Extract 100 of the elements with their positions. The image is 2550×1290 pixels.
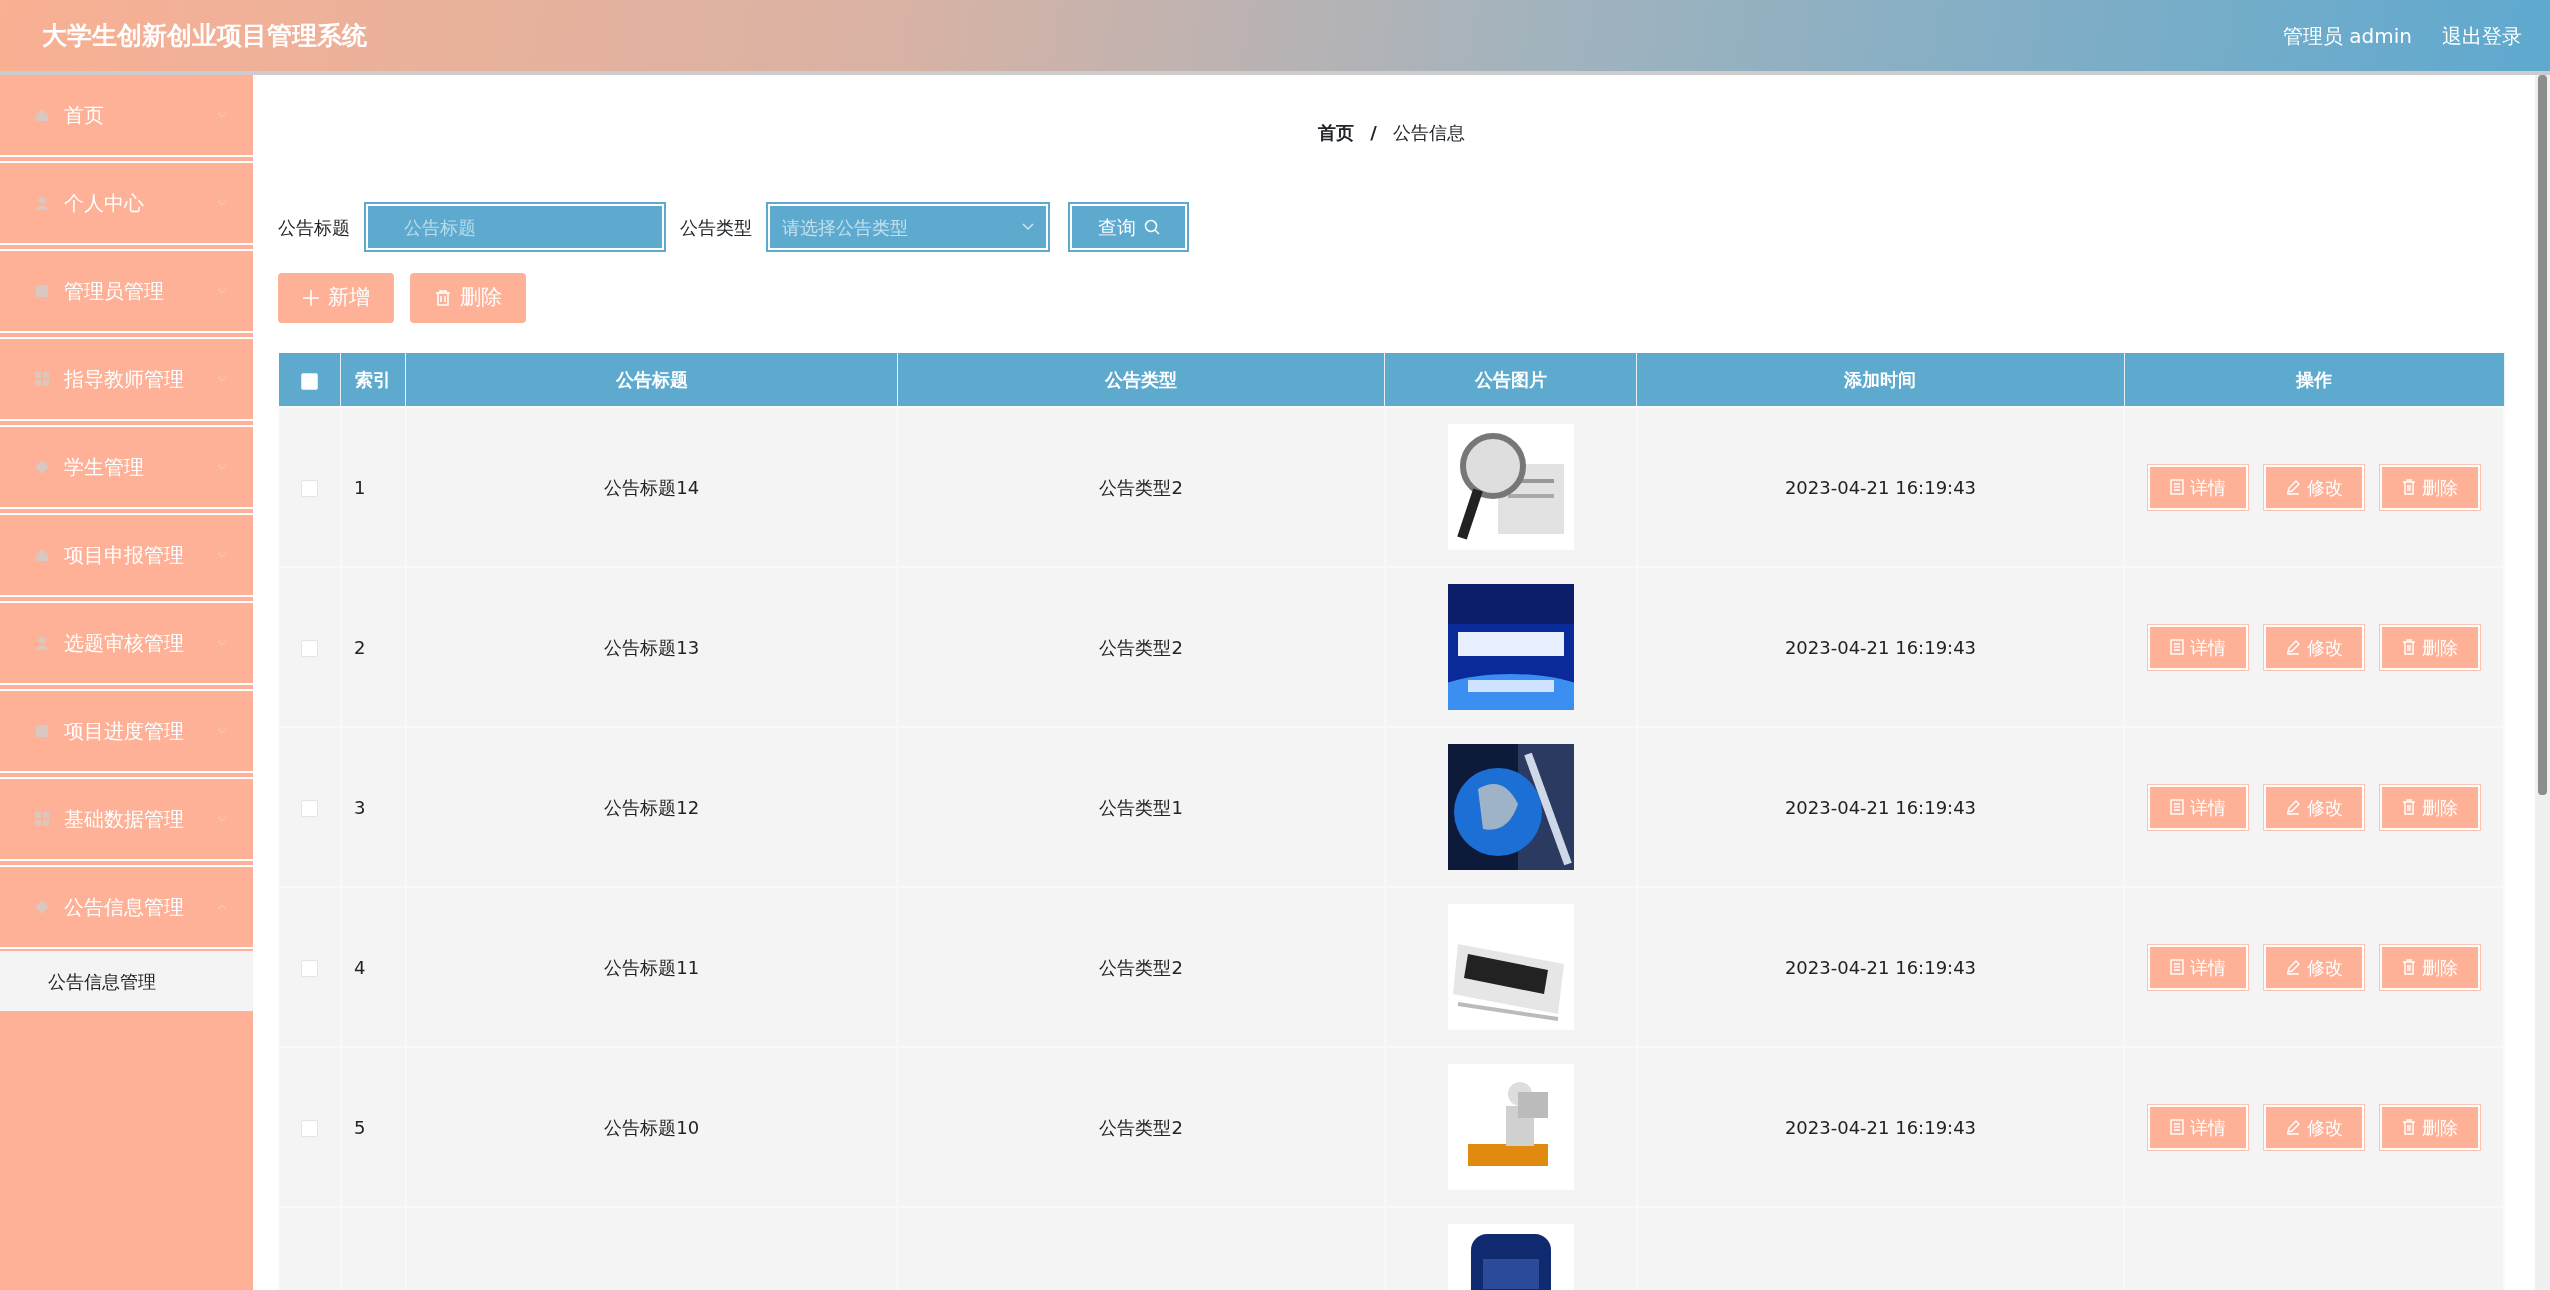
trash-icon [2402,639,2417,655]
delete-button[interactable]: 删除 [2380,464,2481,510]
trash-icon [434,289,452,307]
column-header: 索引 [340,353,406,407]
column-header: 操作 [2124,353,2504,407]
search-field[interactable]: 公告标题 [366,204,664,250]
search-icon [1143,219,1160,235]
table-cell: 公告标题12 [604,796,700,818]
menu-icon [34,635,50,651]
menu-icon [34,811,50,827]
select-all-checkbox[interactable] [301,372,319,390]
column-header: 公告图片 [1384,353,1637,407]
chevron-icon [217,550,227,560]
scroll-thumb[interactable] [2538,75,2547,795]
row-checkbox[interactable] [301,1120,319,1137]
delete-button[interactable]: 删除 [2380,944,2481,990]
trash-icon [2402,799,2417,815]
chevron-icon [217,814,227,824]
table-cell: 公告标题10 [604,1116,700,1138]
breadcrumb-link[interactable]: 首页 [1318,119,1355,197]
delete-button[interactable]: 删除 [2380,624,2481,670]
type-select[interactable]: 请选择公告类型 [768,204,1048,250]
table-cell: 2 [353,636,366,658]
table-cell: 5 [353,1116,366,1138]
pencil-icon [2285,959,2302,975]
sidebar-item[interactable]: 公告信息管理 [0,867,253,949]
table-cell: 公告类型2 [1099,956,1183,978]
table-cell: 1 [353,476,366,498]
document-icon [2170,959,2185,975]
table-cell: 2023-04-21 16:19:43 [1784,1116,1977,1138]
table-cell: 2023-04-21 16:19:43 [1784,476,1977,498]
menu-icon [34,459,50,475]
chevron-icon [217,462,227,472]
details-button[interactable]: 详情 [2148,784,2249,830]
logout-link[interactable]: 退出登录 [2442,20,2522,51]
edit-button[interactable]: 修改 [2264,784,2365,830]
chevron-icon [217,374,227,384]
chevron-icon [217,198,227,208]
user-label: 管理员 admin [2282,22,2412,50]
edit-button[interactable]: 修改 [2264,464,2365,510]
pencil-icon [2285,639,2302,655]
submenu-item[interactable]: 公告信息管理 [0,951,253,1011]
menu-icon [34,899,50,915]
chevron-icon [217,110,227,120]
column-header: 公告类型 [897,353,1385,407]
trash-icon [2402,1119,2417,1135]
delete-button[interactable]: 删除 [2380,784,2481,830]
sidebar-item[interactable]: 指导教师管理 [0,339,253,421]
row-checkbox[interactable] [301,960,319,977]
table-cell: 公告标题13 [604,636,700,658]
edit-button[interactable]: 修改 [2264,1104,2365,1150]
sidebar-item[interactable]: 选题审核管理 [0,603,253,685]
chevron-icon [217,286,227,296]
table-cell: 公告标题14 [604,476,700,498]
table-cell: 公告类型1 [1099,796,1183,818]
delete-button[interactable]: 删除 [410,273,526,323]
menu-icon [34,195,50,211]
sidebar-item[interactable]: 学生管理 [0,427,253,509]
table-cell: 公告标题11 [604,956,700,978]
table-cell: 4 [353,956,366,978]
delete-button[interactable]: 删除 [2380,1104,2481,1150]
field-label: 公告类型 [680,215,752,240]
table-cell: 2023-04-21 16:19:43 [1784,796,1977,818]
menu-icon [34,371,50,387]
edit-button[interactable]: 修改 [2264,944,2365,990]
scrollbar[interactable] [2535,75,2550,1290]
sidebar-item[interactable]: 个人中心 [0,163,253,245]
details-button[interactable]: 详情 [2148,464,2249,510]
details-button[interactable]: 详情 [2148,624,2249,670]
sidebar-item[interactable]: 首页 [0,75,253,157]
chevron-icon [217,902,227,912]
sidebar-item[interactable]: 基础数据管理 [0,779,253,861]
table-cell: 3 [353,796,366,818]
menu-icon [34,547,50,563]
column-header: 公告标题 [405,353,898,407]
trash-icon [2402,479,2417,495]
row-checkbox[interactable] [301,640,319,657]
edit-button[interactable]: 修改 [2264,624,2365,670]
sidebar-item[interactable]: 管理员管理 [0,251,253,333]
sidebar-item[interactable]: 项目进度管理 [0,691,253,773]
trash-icon [2402,959,2417,975]
pencil-icon [2285,479,2302,495]
breadcrumb-separator: / [1370,121,1377,145]
table-cell: 公告类型2 [1099,636,1183,658]
row-checkbox[interactable] [301,480,319,497]
search-button[interactable]: 查询 [1070,204,1187,250]
row-checkbox[interactable] [301,800,319,817]
column-header: 添加时间 [1636,353,2125,407]
chevron-icon [217,726,227,736]
sidebar-item[interactable]: 项目申报管理 [0,515,253,597]
details-button[interactable]: 详情 [2148,944,2249,990]
app-title: 大学生创新创业项目管理系统 [42,19,367,52]
add-button[interactable]: 新增 [278,273,394,323]
field-label: 公告标题 [278,215,350,240]
caret-icon [1022,223,1034,231]
menu-icon [34,283,50,299]
details-button[interactable]: 详情 [2148,1104,2249,1150]
document-icon [2170,639,2185,655]
table-cell: 2023-04-21 16:19:43 [1784,956,1977,978]
table-cell: 2023-04-21 16:19:43 [1784,636,1977,658]
